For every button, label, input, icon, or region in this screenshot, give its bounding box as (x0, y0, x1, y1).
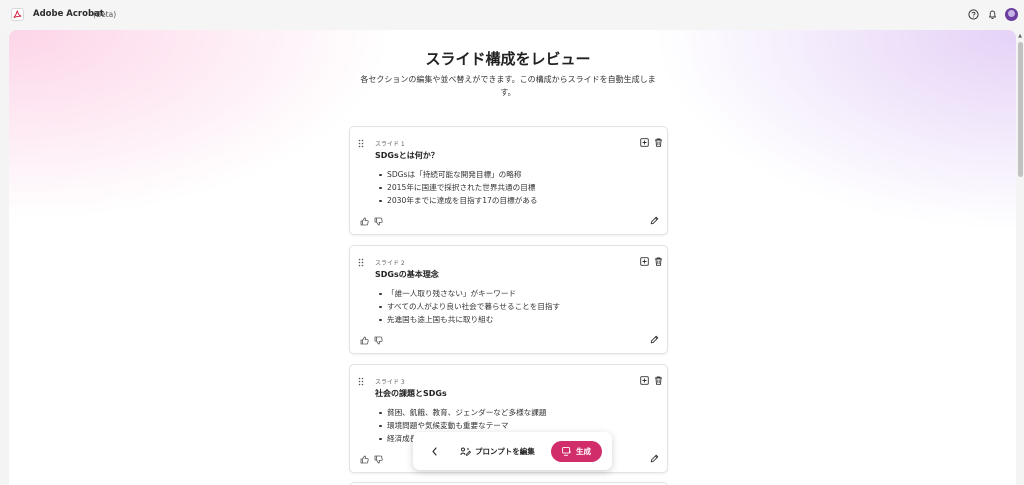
edit-prompt-label: プロンプトを編集 (475, 446, 535, 456)
scrollbar-thumb[interactable] (1018, 42, 1023, 177)
thumbs-down-icon[interactable] (374, 217, 383, 226)
slide-card: スライド 2 SDGsの基本理念 「誰一人取り残さない」がキーワード すべての人… (349, 245, 668, 354)
bullet-item: 「誰一人取り残さない」がキーワード (379, 287, 560, 300)
beta-label: (Beta) (93, 10, 117, 19)
edit-prompt-icon (460, 447, 471, 456)
slide-title: 社会の課題とSDGs (375, 389, 447, 398)
title-bar: Adobe Acrobat (Beta) (0, 0, 1024, 30)
trash-icon[interactable] (654, 376, 663, 385)
slide-card: スライド 1 SDGsとは何か？ SDGsは「持続可能な開発目標」の略称 201… (349, 126, 668, 235)
back-button[interactable] (428, 444, 440, 458)
trash-icon[interactable] (654, 257, 663, 266)
thumbs-up-icon[interactable] (360, 336, 369, 345)
drag-handle-icon[interactable] (358, 258, 364, 267)
page-subtitle: 各セクションの編集や並べ替えができます。この構成からスライドを自動生成します。 (360, 75, 656, 97)
avatar[interactable] (1005, 8, 1018, 21)
pencil-icon[interactable] (650, 454, 659, 463)
edit-prompt-button[interactable]: プロンプトを編集 (460, 443, 535, 459)
generate-button[interactable]: 生成 (551, 441, 602, 462)
slide-title: SDGsの基本理念 (375, 270, 439, 279)
bullet-item: 2030年までに達成を目指す17の目標がある (379, 194, 538, 207)
bell-icon[interactable] (986, 8, 999, 21)
add-slide-icon[interactable] (640, 257, 649, 266)
pencil-icon[interactable] (650, 216, 659, 225)
bullet-item: 2015年に国連で採択された世界共通の目標 (379, 181, 538, 194)
slide-number: スライド 2 (375, 260, 405, 267)
trash-icon[interactable] (654, 138, 663, 147)
add-slide-icon[interactable] (640, 138, 649, 147)
bullet-item: すべての人がより良い社会で暮らせることを目指す (379, 300, 560, 313)
bullet-item: 先進国も途上国も共に取り組む (379, 313, 560, 326)
bullet-list: 「誰一人取り残さない」がキーワード すべての人がより良い社会で暮らせることを目指… (379, 287, 560, 326)
pencil-icon[interactable] (650, 335, 659, 344)
thumbs-up-icon[interactable] (360, 217, 369, 226)
page-title: スライド構成をレビュー (425, 50, 591, 68)
thumbs-down-icon[interactable] (374, 455, 383, 464)
bullet-item: 環境問題や気候変動も重要なテーマ (379, 419, 546, 432)
generate-slides-icon (562, 447, 572, 456)
thumbs-down-icon[interactable] (374, 336, 383, 345)
thumbs-up-icon[interactable] (360, 455, 369, 464)
add-slide-icon[interactable] (640, 376, 649, 385)
acrobat-logo-icon (10, 7, 25, 22)
chevron-left-icon (431, 446, 437, 456)
prompt-action-bar: プロンプトを編集 生成 (413, 432, 612, 470)
bullet-list: SDGsは「持続可能な開発目標」の略称 2015年に国連で採択された世界共通の目… (379, 168, 538, 207)
slide-number: スライド 1 (375, 141, 405, 148)
generate-label: 生成 (576, 447, 591, 456)
bullet-item: SDGsは「持続可能な開発目標」の略称 (379, 168, 538, 181)
drag-handle-icon[interactable] (358, 377, 364, 386)
help-icon[interactable] (967, 8, 980, 21)
drag-handle-icon[interactable] (358, 139, 364, 148)
slide-number: スライド 3 (375, 379, 405, 386)
bullet-item: 貧困、飢餓、教育、ジェンダーなど多様な課題 (379, 406, 546, 419)
slide-title: SDGsとは何か？ (375, 151, 439, 160)
scroll-up-arrow-icon[interactable]: ▲ (1017, 33, 1023, 39)
